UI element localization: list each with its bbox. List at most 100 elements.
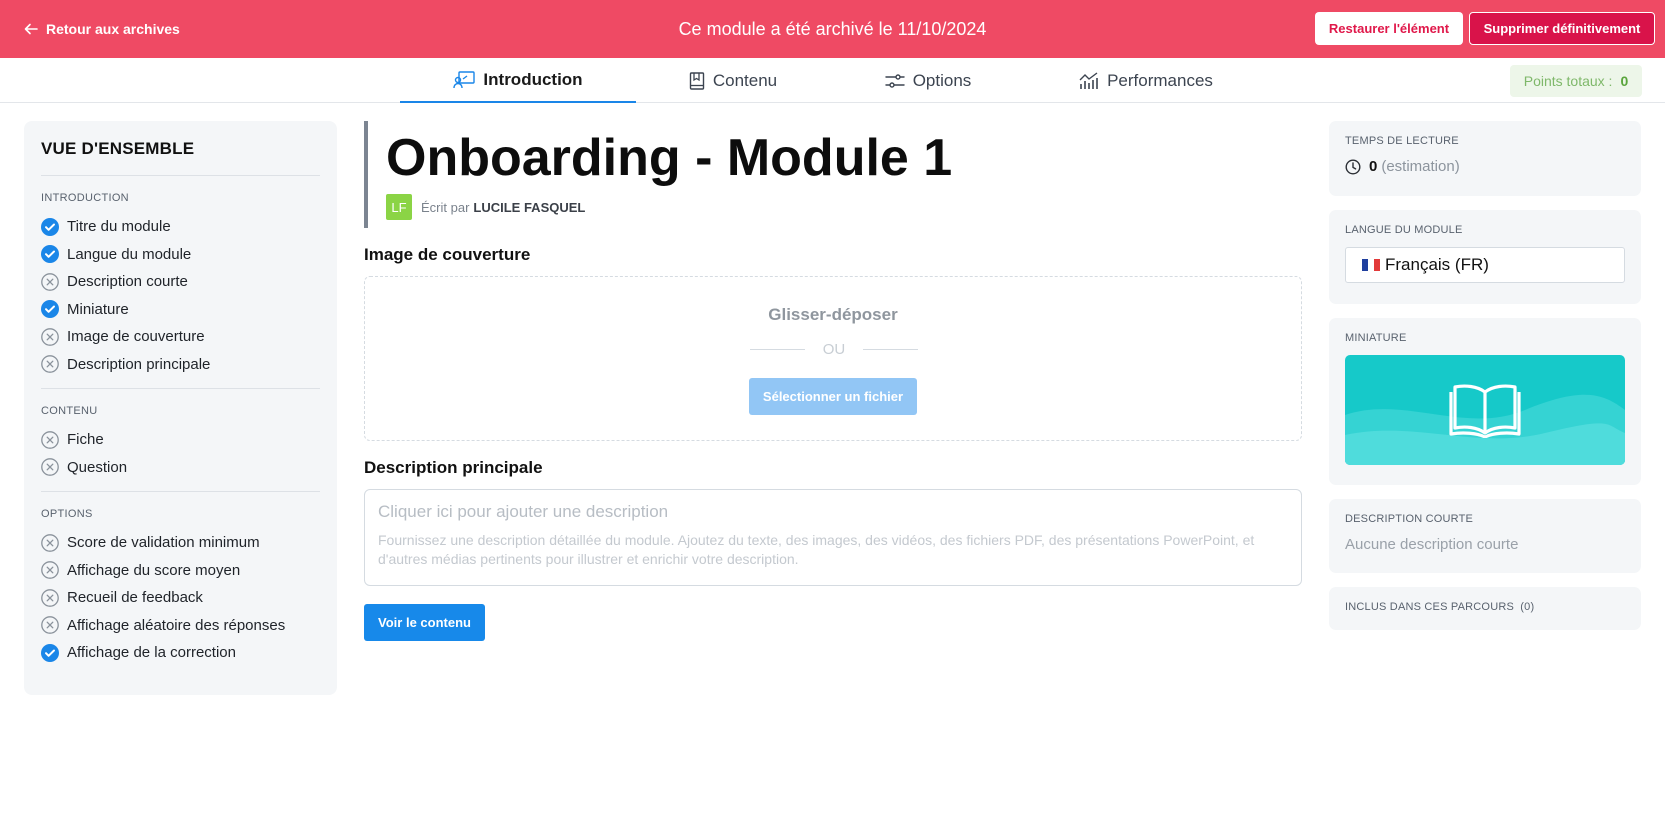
- arrow-left-icon: [24, 23, 38, 35]
- reading-time-label: TEMPS DE LECTURE: [1345, 135, 1459, 147]
- reading-time-note: (estimation): [1381, 158, 1460, 175]
- paths-count: (0): [1520, 601, 1535, 613]
- overview-section: CONTENU Fiche Question: [41, 389, 320, 491]
- archive-banner: Retour aux archives Ce module a été arch…: [0, 0, 1665, 58]
- language-value: Français (FR): [1385, 255, 1489, 274]
- tab-bar: Introduction Contenu Options Performance…: [0, 58, 1665, 103]
- tab-label: Introduction: [483, 69, 583, 89]
- checklist-item-label: Question: [67, 458, 128, 476]
- author-row: LF Écrit par LUCILE FASQUEL: [386, 194, 1264, 220]
- overview-section: OPTIONS Score de validation minimum Affich…: [41, 492, 320, 677]
- checklist-item-label: Affichage de la correction: [67, 644, 236, 662]
- or-label: OU: [822, 341, 846, 358]
- cover-dropzone[interactable]: Glisser-déposer OU Sélectionner un fichi…: [364, 276, 1302, 441]
- restore-button[interactable]: Restaurer l'élément: [1315, 12, 1463, 45]
- reading-time-panel: TEMPS DE LECTURE 0 (estimation): [1329, 121, 1641, 196]
- checklist-item-label: Description principale: [67, 355, 211, 373]
- section-label: OPTIONS: [41, 508, 93, 520]
- checklist-item-label: Langue du module: [67, 245, 192, 263]
- checklist-item[interactable]: Score de validation minimum: [41, 529, 320, 557]
- language-select[interactable]: Français (FR): [1345, 247, 1625, 283]
- module-header: Onboarding - Module 1 LF Écrit par LUCIL…: [364, 121, 1264, 228]
- short-description-panel: DESCRIPTION COURTE Aucune description co…: [1329, 499, 1641, 573]
- x-circle-icon: [41, 327, 59, 346]
- description-help-text: Fournissez une description détaillée du …: [378, 532, 1255, 567]
- view-content-button[interactable]: Voir le contenu: [364, 604, 485, 641]
- thumbnail-label: MINIATURE: [1345, 332, 1407, 344]
- description-editor[interactable]: Cliquer ici pour ajouter une description…: [364, 489, 1302, 586]
- module-title[interactable]: Onboarding - Module 1: [386, 125, 1264, 191]
- checklist-item-label: Recueil de feedback: [67, 589, 203, 607]
- checklist-item[interactable]: Fiche: [41, 426, 320, 454]
- thumbnail-panel: MINIATURE: [1329, 318, 1641, 485]
- x-circle-icon: [41, 355, 59, 374]
- check-circle-icon: [41, 300, 59, 319]
- back-to-archives-link[interactable]: Retour aux archives: [24, 0, 180, 58]
- open-book-icon: [1449, 384, 1521, 438]
- tab-contenu[interactable]: Contenu: [660, 58, 806, 103]
- x-circle-icon: [41, 561, 59, 580]
- tab-performances[interactable]: Performances: [1072, 58, 1220, 103]
- section-label: CONTENU: [41, 405, 98, 417]
- checklist-item[interactable]: Affichage du score moyen: [41, 557, 320, 585]
- checklist-item[interactable]: Titre du module: [41, 213, 320, 241]
- language-panel: LANGUE DU MODULE Français (FR): [1329, 210, 1641, 304]
- checklist-item-label: Titre du module: [67, 218, 171, 236]
- paths-label: INCLUS DANS CES PARCOURS: [1345, 601, 1515, 613]
- overview-title: VUE D'ENSEMBLE: [41, 139, 195, 158]
- short-description-value[interactable]: Aucune description courte: [1345, 536, 1625, 553]
- tab-label: Contenu: [712, 70, 778, 90]
- author-name: LUCILE FASQUEL: [473, 199, 586, 215]
- checklist-item[interactable]: Miniature: [41, 296, 320, 324]
- checklist-item[interactable]: Question: [41, 454, 320, 482]
- avatar: LF: [386, 194, 412, 220]
- drag-drop-text: Glisser-déposer: [768, 305, 898, 324]
- select-file-button[interactable]: Sélectionner un fichier: [749, 378, 917, 415]
- chart-icon: [1079, 71, 1098, 89]
- total-points-badge: Points totaux : 0: [1510, 65, 1642, 97]
- clock-icon: [1345, 158, 1361, 175]
- or-divider: OU: [750, 341, 918, 358]
- checklist-item[interactable]: Image de couverture: [41, 323, 320, 351]
- section-label: INTRODUCTION: [41, 192, 129, 204]
- book-icon: [689, 71, 705, 90]
- check-circle-icon: [41, 245, 59, 264]
- x-circle-icon: [41, 616, 59, 635]
- checklist-item[interactable]: Recueil de feedback: [41, 584, 320, 612]
- checklist-item[interactable]: Description courte: [41, 268, 320, 296]
- short-description-label: DESCRIPTION COURTE: [1345, 513, 1474, 525]
- check-circle-icon: [41, 643, 59, 662]
- checklist-item[interactable]: Description principale: [41, 351, 320, 379]
- tab-introduction[interactable]: Introduction: [400, 58, 636, 103]
- paths-row[interactable]: INCLUS DANS CES PARCOURS (0): [1345, 601, 1625, 613]
- checklist-item[interactable]: Affichage de la correction: [41, 639, 320, 667]
- tab-label: Performances: [1107, 70, 1213, 90]
- reading-time-value: 0: [1369, 158, 1378, 175]
- x-circle-icon: [41, 458, 59, 477]
- delete-permanently-button[interactable]: Supprimer définitivement: [1469, 12, 1655, 45]
- checklist-item[interactable]: Langue du module: [41, 241, 320, 269]
- description-placeholder: Cliquer ici pour ajouter une description: [378, 502, 669, 521]
- language-label: LANGUE DU MODULE: [1345, 224, 1463, 236]
- points-label: Points totaux :: [1523, 73, 1613, 89]
- overview-section: INTRODUCTION Titre du module Langue du mod…: [41, 176, 320, 388]
- x-circle-icon: [41, 430, 59, 449]
- checklist-item-label: Affichage aléatoire des réponses: [67, 616, 286, 634]
- checklist-item-label: Affichage du score moyen: [67, 561, 241, 579]
- checklist-item[interactable]: Affichage aléatoire des réponses: [41, 612, 320, 640]
- x-circle-icon: [41, 533, 59, 552]
- checklist-item-label: Fiche: [67, 431, 104, 449]
- cover-heading: Image de couverture: [364, 245, 531, 264]
- x-circle-icon: [41, 272, 59, 291]
- x-circle-icon: [41, 588, 59, 607]
- checklist-item-label: Image de couverture: [67, 328, 205, 346]
- description-heading: Description principale: [364, 458, 543, 477]
- sliders-icon: [885, 73, 905, 88]
- thumbnail-image[interactable]: [1345, 355, 1625, 465]
- divider-line: [863, 349, 918, 350]
- french-flag-icon: [1362, 259, 1380, 271]
- tab-options[interactable]: Options: [870, 58, 986, 103]
- points-value: 0: [1620, 73, 1629, 89]
- checklist-item-label: Description courte: [67, 273, 188, 291]
- written-by-label: Écrit par: [421, 199, 470, 215]
